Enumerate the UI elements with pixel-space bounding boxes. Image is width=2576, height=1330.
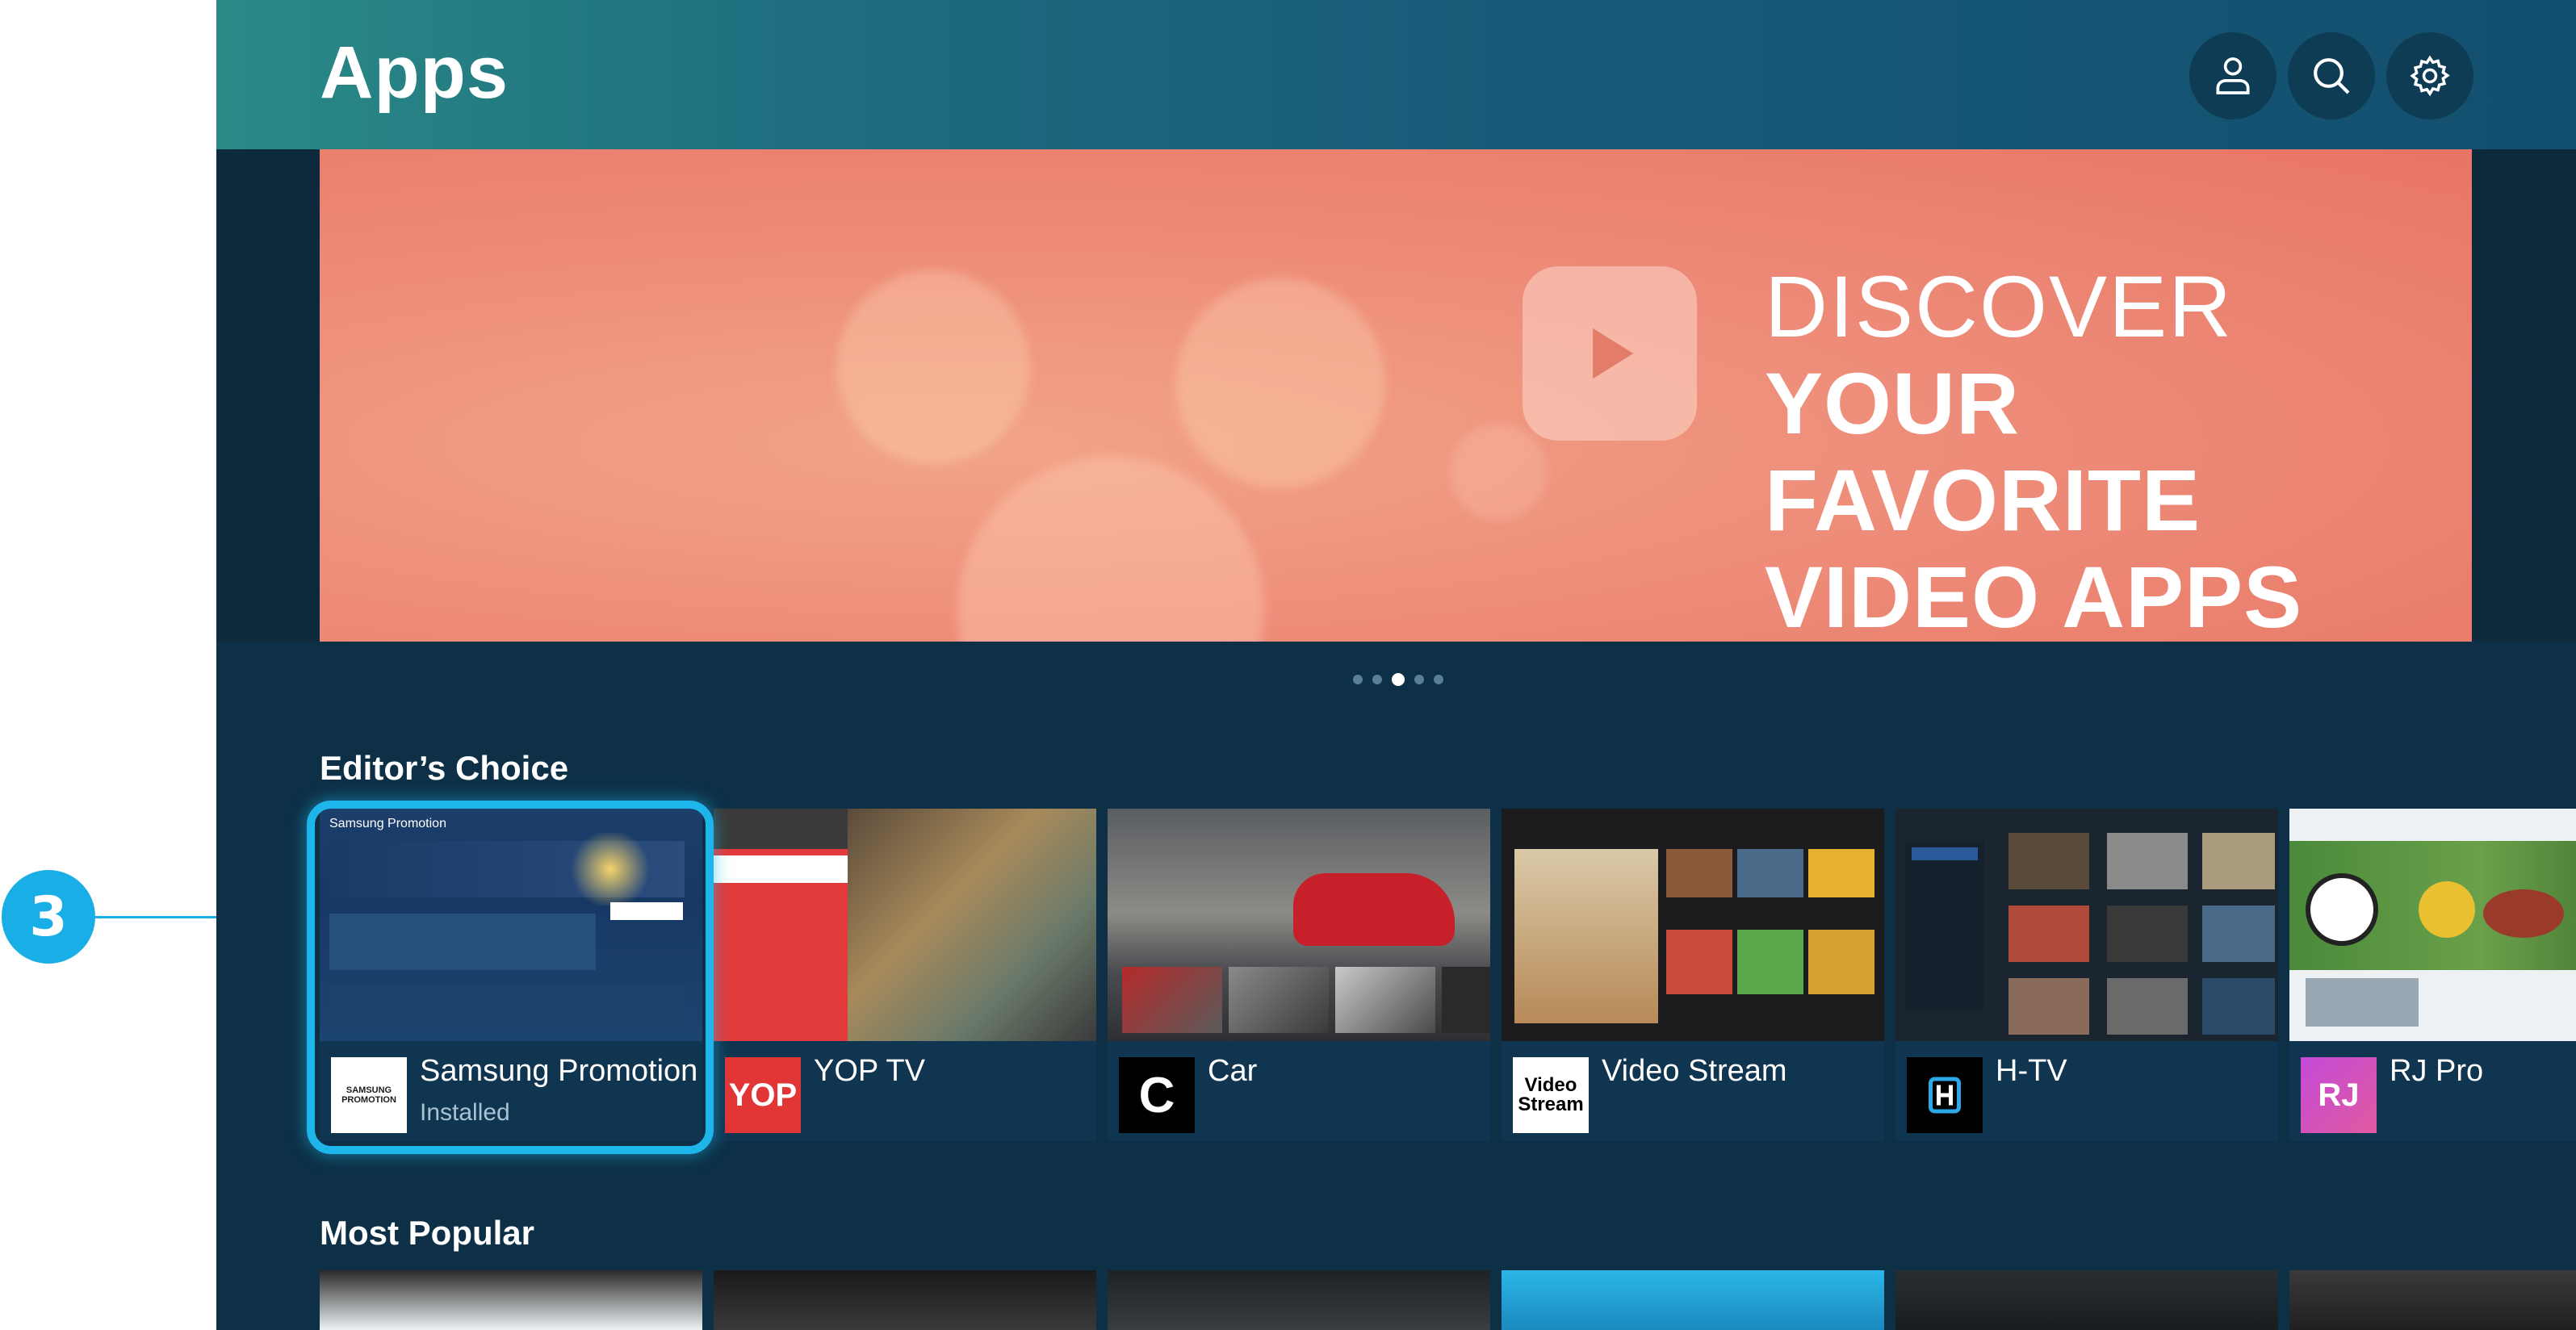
video-stream-logo-icon: Video Stream — [1513, 1057, 1589, 1133]
focus-highlight — [307, 801, 714, 1154]
banner-carousel: DISCOVER YOUR FAVORITE VIDEO APPS — [216, 149, 2576, 642]
popular-app-card[interactable] — [320, 1270, 702, 1330]
page-dot[interactable] — [1372, 675, 1382, 684]
page-title: Apps — [320, 31, 509, 114]
app-card-yop-tv[interactable]: YOP YOP TV — [714, 809, 1096, 1141]
car-logo-icon: C — [1119, 1057, 1195, 1133]
app-card-rj-pro[interactable]: RJ RJ Pro — [2289, 809, 2576, 1141]
app-name: H-TV — [1996, 1054, 2067, 1088]
h-tv-logo-icon — [1907, 1057, 1983, 1133]
featured-banner[interactable]: DISCOVER YOUR FAVORITE VIDEO APPS — [320, 149, 2472, 642]
search-icon — [2314, 58, 2350, 94]
popular-app-card[interactable] — [1502, 1270, 1884, 1330]
page-dot-active[interactable] — [1392, 673, 1405, 686]
app-card-video-stream[interactable]: Video Stream Video Stream — [1502, 809, 1884, 1141]
header-bar: Apps — [216, 0, 2576, 149]
gear-icon — [2410, 55, 2450, 97]
app-card-h-tv[interactable]: H-TV — [1895, 809, 2278, 1141]
settings-button[interactable] — [2386, 32, 2473, 119]
app-name: RJ Pro — [2390, 1054, 2484, 1088]
user-icon — [2216, 57, 2250, 94]
popular-app-card[interactable] — [1895, 1270, 2278, 1330]
banner-line-1: DISCOVER — [1765, 257, 2234, 355]
page-dot[interactable] — [1434, 675, 1443, 684]
banner-headline: DISCOVER YOUR FAVORITE VIDEO APPS — [1765, 258, 2472, 642]
banner-line-3: VIDEO APPS — [1765, 548, 2303, 642]
app-name: YOP TV — [814, 1054, 925, 1088]
rj-pro-logo-icon: RJ — [2301, 1057, 2377, 1133]
search-button[interactable] — [2288, 32, 2375, 119]
popular-app-card[interactable] — [714, 1270, 1096, 1330]
popular-app-card[interactable] — [2289, 1270, 2576, 1330]
popular-app-card[interactable] — [1108, 1270, 1490, 1330]
section-title-editors-choice: Editor’s Choice — [320, 749, 569, 787]
page-dot[interactable] — [1414, 675, 1424, 684]
app-card-car[interactable]: C Car — [1108, 809, 1490, 1141]
play-icon — [1523, 266, 1697, 441]
section-title-most-popular: Most Popular — [320, 1214, 535, 1252]
app-name: Video Stream — [1602, 1054, 1787, 1088]
account-button[interactable] — [2189, 32, 2277, 119]
banner-line-2: YOUR FAVORITE — [1765, 354, 2201, 549]
callout-number-badge: 3 — [2, 870, 95, 964]
carousel-page-indicator — [1353, 673, 1443, 686]
app-name: Car — [1208, 1054, 1258, 1088]
yop-tv-logo-icon: YOP — [725, 1057, 801, 1133]
page-dot[interactable] — [1353, 675, 1363, 684]
